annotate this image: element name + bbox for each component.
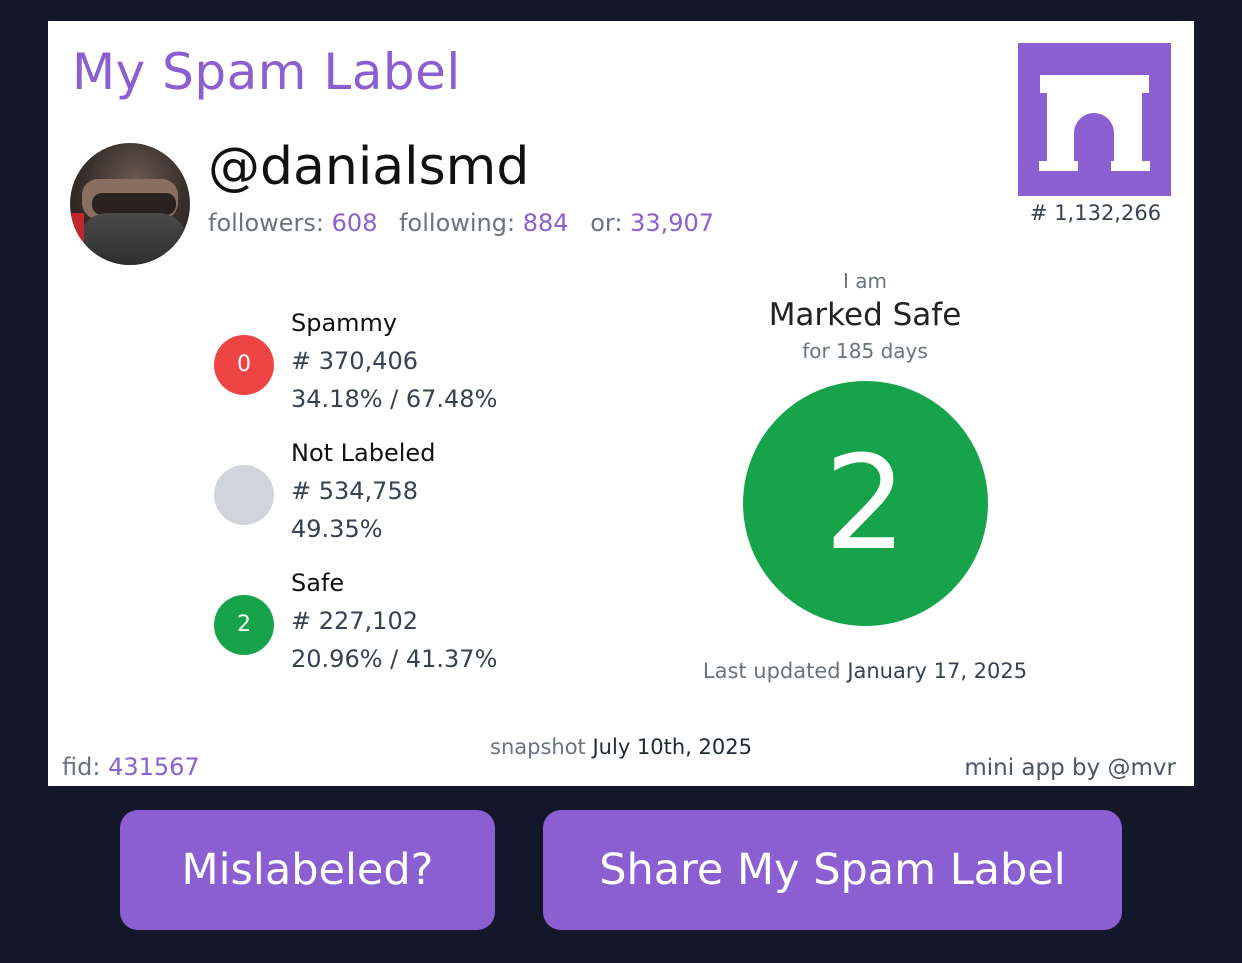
status-duration: for 185 days: [802, 339, 928, 363]
avatar: [70, 143, 190, 265]
fid-value: 431567: [108, 753, 200, 781]
profile-stats: followers: 608 following: 884 or: 33,907: [208, 209, 714, 237]
following-count: 884: [522, 209, 569, 237]
label-name: Spammy: [291, 309, 398, 337]
followers-label: followers:: [208, 209, 325, 237]
last-updated-label: Last updated: [702, 659, 841, 683]
label-count: # 227,102: [291, 607, 418, 635]
not-labeled-indicator: [214, 465, 274, 525]
label-name: Not Labeled: [291, 439, 436, 467]
safe-indicator: 2: [214, 595, 274, 655]
or-label: or:: [590, 209, 623, 237]
label-count: # 534,758: [291, 477, 418, 505]
label-percent: 20.96% / 41.37%: [291, 645, 498, 673]
snapshot-label: snapshot: [490, 735, 586, 759]
spammy-indicator: 0: [214, 335, 274, 395]
snapshot-info: snapshot July 10th, 2025: [421, 735, 821, 759]
fid-label: fid:: [62, 753, 101, 781]
label-percent: 34.18% / 67.48%: [291, 385, 498, 413]
app-credit: mini app by @mvr: [964, 755, 1176, 781]
status-prefix: I am: [843, 269, 887, 293]
following-label: following:: [399, 209, 516, 237]
status-badge: 2: [743, 381, 988, 626]
or-count: 33,907: [630, 209, 715, 237]
arch-logo-icon: [1018, 43, 1171, 196]
followers-count: 608: [331, 209, 378, 237]
last-updated-date: January 17, 2025: [847, 659, 1028, 683]
card-title: My Spam Label: [72, 43, 461, 101]
label-name: Safe: [291, 569, 345, 597]
snapshot-date: July 10th, 2025: [592, 735, 752, 759]
label-count: # 370,406: [291, 347, 418, 375]
status-title: Marked Safe: [768, 297, 962, 333]
label-percent: 49.35%: [291, 515, 383, 543]
mislabeled-button[interactable]: Mislabeled?: [120, 810, 495, 930]
fid-info: fid: 431567: [62, 753, 200, 781]
share-button[interactable]: Share My Spam Label: [543, 810, 1122, 930]
username-handle: @danialsmd: [208, 137, 530, 197]
last-updated: Last updated January 17, 2025: [665, 659, 1065, 683]
spam-label-card: My Spam Label @danialsmd followers: 608 …: [48, 21, 1194, 786]
rank-number: # 1,132,266: [1029, 201, 1162, 225]
